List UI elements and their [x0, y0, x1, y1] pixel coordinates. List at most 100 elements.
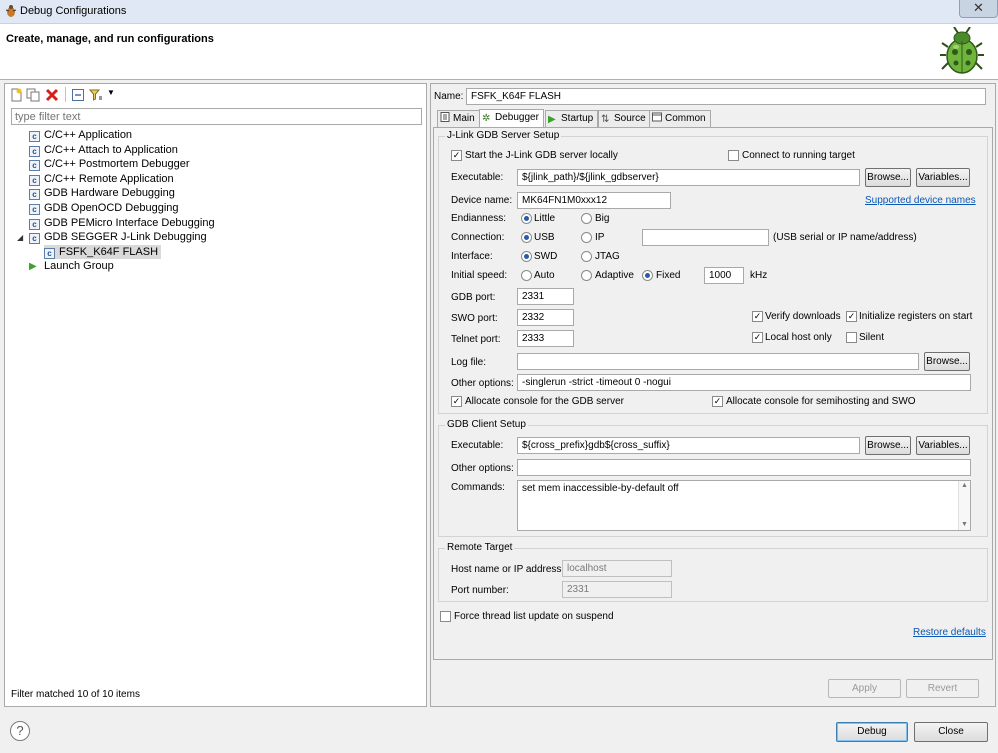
client-browse-button[interactable]: Browse... — [865, 436, 911, 455]
log-browse-button[interactable]: Browse... — [924, 352, 970, 371]
local-host-only-checkbox[interactable]: ✓ — [752, 332, 763, 343]
c-config-icon: c — [29, 160, 40, 172]
host-name-label: Host name or IP address: — [451, 564, 565, 575]
delete-icon[interactable] — [45, 88, 59, 102]
tree-item-gdb-segger[interactable]: ◢ c GDB SEGGER J-Link Debugging — [11, 230, 421, 245]
tree-item-fsfk-k64f-flash[interactable]: c FSFK_K64F FLASH — [11, 244, 421, 259]
server-executable-input[interactable]: ${jlink_path}/${jlink_gdbserver} — [517, 169, 860, 186]
tree-item-launch-group[interactable]: ▶ Launch Group — [11, 259, 421, 273]
telnet-port-label: Telnet port: — [451, 334, 501, 345]
client-executable-label: Executable: — [451, 440, 504, 451]
connection-address-input[interactable] — [642, 229, 769, 246]
name-label: Name: — [434, 91, 464, 102]
connection-label: Connection: — [451, 232, 505, 243]
duplicate-icon[interactable] — [26, 88, 40, 102]
start-locally-label: Start the J-Link GDB server locally — [465, 150, 618, 161]
connect-running-checkbox[interactable] — [728, 150, 739, 161]
apply-button[interactable]: Apply — [828, 679, 901, 698]
c-config-icon: c — [29, 233, 40, 245]
speed-auto-label: Auto — [534, 270, 555, 281]
jlink-server-group-title: J-Link GDB Server Setup — [445, 130, 562, 141]
speed-unit-label: kHz — [750, 270, 768, 281]
force-thread-update-label: Force thread list update on suspend — [454, 611, 614, 622]
port-number-input[interactable]: 2331 — [562, 581, 672, 598]
supported-devices-link[interactable]: Supported device names — [865, 195, 976, 206]
swo-port-label: SWO port: — [451, 313, 498, 324]
help-icon[interactable]: ? — [10, 721, 30, 741]
tree-item-c-postmortem[interactable]: c C/C++ Postmortem Debugger — [11, 157, 421, 172]
name-input[interactable]: FSFK_K64F FLASH — [466, 88, 986, 105]
tab-debugger[interactable]: ✲ Debugger — [479, 109, 544, 128]
speed-auto-radio[interactable] — [521, 270, 532, 281]
c-config-icon: c — [29, 203, 40, 215]
tab-main[interactable]: Main — [437, 110, 480, 127]
filter-input[interactable] — [11, 108, 422, 125]
endian-little-radio[interactable] — [521, 213, 532, 224]
scroll-up-icon[interactable]: ▲ — [959, 481, 970, 491]
revert-button[interactable]: Revert — [906, 679, 979, 698]
conn-usb-radio[interactable] — [521, 232, 532, 243]
window-close-button[interactable]: ✕ — [959, 0, 998, 18]
log-file-input[interactable] — [517, 353, 919, 370]
alloc-gdb-console-checkbox[interactable]: ✓ — [451, 396, 462, 407]
tree-item-gdb-pemicro[interactable]: c GDB PEMicro Interface Debugging — [11, 216, 421, 230]
swo-port-input[interactable]: 2332 — [517, 309, 574, 326]
collapse-all-icon[interactable] — [71, 88, 85, 102]
verify-downloads-checkbox[interactable]: ✓ — [752, 311, 763, 322]
commands-textarea[interactable]: set mem inaccessible-by-default off — [517, 480, 971, 531]
commands-scrollbar[interactable]: ▲ ▼ — [958, 481, 970, 530]
speed-fixed-radio[interactable] — [642, 270, 653, 281]
tab-source[interactable]: ⇅ Source — [598, 110, 651, 127]
c-config-icon: c — [29, 131, 40, 142]
speed-value-input[interactable]: 1000 — [704, 267, 744, 284]
commands-text: set mem inaccessible-by-default off — [522, 483, 679, 494]
scroll-down-icon[interactable]: ▼ — [959, 520, 970, 530]
debug-button[interactable]: Debug — [836, 722, 908, 742]
endian-little-label: Little — [534, 213, 556, 224]
restore-defaults-link[interactable]: Restore defaults — [913, 627, 986, 638]
commands-label: Commands: — [451, 482, 505, 493]
speed-adaptive-radio[interactable] — [581, 270, 592, 281]
host-name-input[interactable]: localhost — [562, 560, 672, 577]
client-other-options-input[interactable] — [517, 459, 971, 476]
gdb-client-group-title: GDB Client Setup — [445, 419, 528, 430]
new-configuration-icon[interactable] — [9, 88, 23, 102]
iface-jtag-radio[interactable] — [581, 251, 592, 262]
iface-jtag-label: JTAG — [595, 251, 620, 262]
server-other-options-input[interactable]: -singlerun -strict -timeout 0 -nogui — [517, 374, 971, 391]
client-executable-input[interactable]: ${cross_prefix}gdb${cross_suffix} — [517, 437, 860, 454]
filter-configurations-icon[interactable] — [89, 88, 103, 102]
server-variables-button[interactable]: Variables... — [916, 168, 970, 187]
silent-checkbox[interactable] — [846, 332, 857, 343]
gdb-port-input[interactable]: 2331 — [517, 288, 574, 305]
endian-big-radio[interactable] — [581, 213, 592, 224]
tab-common[interactable]: Common — [649, 110, 711, 127]
c-config-icon: c — [29, 189, 40, 201]
client-variables-button[interactable]: Variables... — [916, 436, 970, 455]
close-button[interactable]: Close — [914, 722, 988, 742]
expand-arrow-icon[interactable]: ◢ — [17, 231, 29, 245]
tree-item-c-remote[interactable]: c C/C++ Remote Application — [11, 172, 421, 186]
tree-item-c-application[interactable]: c C/C++ Application — [11, 128, 421, 142]
tree-item-c-attach[interactable]: c C/C++ Attach to Application — [11, 143, 421, 157]
init-registers-checkbox[interactable]: ✓ — [846, 311, 857, 322]
configuration-tree-pane: ▼ cC/C++ Application cC/C++ Attach to Ap… — [4, 83, 427, 707]
c-config-icon: c — [29, 218, 40, 230]
tree-item-gdb-hardware[interactable]: c GDB Hardware Debugging — [11, 186, 421, 201]
telnet-port-input[interactable]: 2333 — [517, 330, 574, 347]
filter-menu-chevron-icon[interactable]: ▼ — [107, 88, 115, 97]
dialog-header: Create, manage, and run configurations — [0, 24, 998, 80]
tree-item-gdb-openocd[interactable]: c GDB OpenOCD Debugging — [11, 201, 421, 215]
debug-bug-icon — [940, 27, 984, 74]
alloc-gdb-console-label: Allocate console for the GDB server — [465, 396, 624, 407]
endian-big-label: Big — [595, 213, 610, 224]
server-browse-button[interactable]: Browse... — [865, 168, 911, 187]
alloc-semihosting-checkbox[interactable]: ✓ — [712, 396, 723, 407]
tab-startup[interactable]: ▶ Startup — [545, 110, 599, 127]
start-locally-checkbox[interactable]: ✓ — [451, 150, 462, 161]
force-thread-update-checkbox[interactable] — [440, 611, 451, 622]
common-tab-icon — [652, 112, 662, 122]
iface-swd-radio[interactable] — [521, 251, 532, 262]
device-name-input[interactable]: MK64FN1M0xxx12 — [517, 192, 671, 209]
conn-ip-radio[interactable] — [581, 232, 592, 243]
